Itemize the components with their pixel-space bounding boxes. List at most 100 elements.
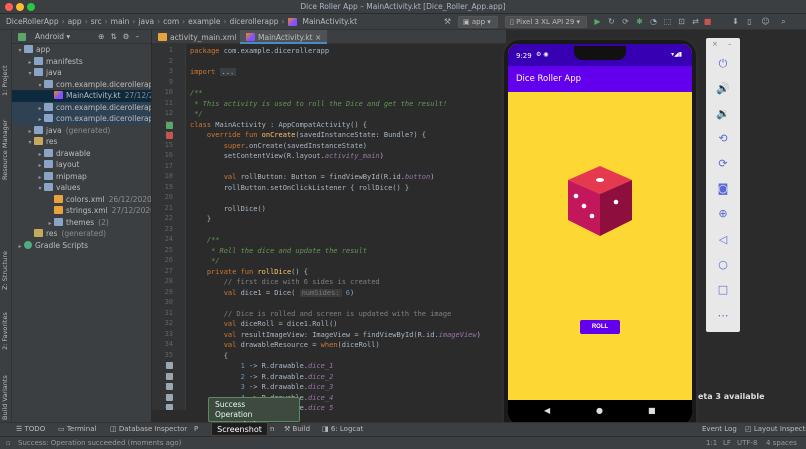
code-line[interactable]: 1 -> R.drawable.dice_1 xyxy=(190,361,334,372)
logcat-tool[interactable]: ◨ 6: Logcat xyxy=(322,425,363,433)
run-icon[interactable]: ▶ xyxy=(592,16,603,27)
tree-item[interactable]: ▾ values xyxy=(12,182,151,194)
breadcrumb-item[interactable]: DiceRollerApp xyxy=(6,17,59,26)
breadcrumb-item[interactable]: MainActivity.kt xyxy=(303,17,358,26)
power-icon[interactable]: ⏻ xyxy=(715,56,731,72)
tree-item[interactable]: ▸ com.example.dicerollerap xyxy=(12,113,151,125)
home-icon[interactable]: ● xyxy=(596,406,603,415)
attach-debugger-icon[interactable]: ⬚ xyxy=(662,16,673,27)
code-line[interactable]: class MainActivity : AppCompatActivity()… xyxy=(190,120,367,131)
code-line[interactable]: override fun onCreate(savedInstanceState… xyxy=(190,130,426,141)
resource-manager-tab[interactable]: Resource Manager xyxy=(1,100,11,180)
tree-item[interactable]: ▸ themes (2) xyxy=(12,217,151,229)
volume-up-icon[interactable]: 🔊 xyxy=(715,81,731,97)
code-line[interactable]: rollButton.setOnClickListener { rollDice… xyxy=(190,183,409,194)
status-message[interactable]: Success: Operation succeeded (moments ag… xyxy=(18,439,181,447)
event-log-tool[interactable]: Event Log xyxy=(702,425,737,433)
roll-button[interactable]: ROLL xyxy=(580,320,620,334)
sdk-manager-icon[interactable]: ⬇ xyxy=(730,16,741,27)
todo-tool[interactable]: ☰ TODO xyxy=(16,425,45,433)
tree-item[interactable]: ▾ com.example.dicerollerap xyxy=(12,79,151,91)
breadcrumb-item[interactable]: java xyxy=(138,17,154,26)
rotate-left-icon[interactable]: ⟲ xyxy=(715,131,731,147)
run-gutter-icon[interactable] xyxy=(166,121,173,129)
code-line[interactable]: val drawableResource = when(diceRoll) xyxy=(190,340,380,351)
database-inspector-tool[interactable]: ◫ Database Inspector xyxy=(110,425,187,433)
image-preview-icon[interactable] xyxy=(166,362,173,369)
structure-tab[interactable]: Z: Structure xyxy=(1,240,11,290)
hammer-icon[interactable]: ⚒ xyxy=(442,16,453,27)
apply-code-icon[interactable]: ⟳ xyxy=(620,16,631,27)
avd-manager-icon[interactable]: ▯ xyxy=(744,16,755,27)
profile-icon[interactable]: ◔ xyxy=(648,16,659,27)
back-nav-icon[interactable]: ◁ xyxy=(715,232,731,248)
tree-item[interactable]: ▸ com.example.dicerollerap xyxy=(12,101,151,113)
code-line[interactable]: val rollButton: Button = findViewById(R.… xyxy=(190,172,435,183)
code-line[interactable]: val resultImageView: ImageView = findVie… xyxy=(190,330,481,341)
account-icon[interactable]: ☺ xyxy=(760,16,771,27)
code-line[interactable]: 2 -> R.drawable.dice_2 xyxy=(190,372,334,383)
image-preview-icon[interactable] xyxy=(166,404,173,410)
tab-activity-main-xml[interactable]: activity_main.xml × xyxy=(152,30,251,44)
code-line[interactable]: // first dice with 6 sides is created xyxy=(190,277,380,288)
breadcrumb-item[interactable]: dicerollerapp xyxy=(229,17,278,26)
code-line[interactable]: val diceRoll = dice1.Roll() xyxy=(190,319,338,330)
apply-changes-icon[interactable]: ↻ xyxy=(606,16,617,27)
breadcrumb-item[interactable]: example xyxy=(188,17,220,26)
target-icon[interactable]: ⊕ xyxy=(98,32,104,41)
zoom-icon[interactable]: ⊕ xyxy=(715,206,731,222)
code-line[interactable]: } xyxy=(190,214,211,225)
override-gutter-icon[interactable] xyxy=(166,132,173,139)
tree-item[interactable]: ▸ java (generated) xyxy=(12,125,151,137)
caret-position[interactable]: 1:1 xyxy=(706,439,717,447)
code-line[interactable]: 3 -> R.drawable.dice_3 xyxy=(190,382,334,393)
code-line[interactable]: */ xyxy=(190,256,219,267)
project-tab[interactable]: 1: Project xyxy=(1,36,11,96)
code-line[interactable]: * This activity is used to roll the Dice… xyxy=(190,99,447,110)
project-view-select[interactable]: Android ▾ xyxy=(35,32,70,41)
search-icon[interactable]: ⌕ xyxy=(778,16,789,27)
build-tool[interactable]: ⚒ Build xyxy=(284,425,310,433)
sync-icon[interactable]: ⇄ xyxy=(690,16,701,27)
indent-setting[interactable]: 4 spaces xyxy=(766,439,797,447)
code-line[interactable]: rollDice() xyxy=(190,204,266,215)
chevron-right-icon[interactable]: ▸ xyxy=(16,241,24,253)
debug-icon[interactable]: ✱ xyxy=(634,16,645,27)
close-emulator-icon[interactable]: × xyxy=(712,40,718,48)
success-balloon[interactable]: Success Operation succeeded xyxy=(208,397,300,429)
tree-item[interactable]: ▸ drawable xyxy=(12,148,151,160)
gear-icon[interactable]: ⚙ xyxy=(123,32,130,41)
breadcrumb-item[interactable]: app xyxy=(68,17,82,26)
tree-item[interactable]: strings.xml 27/12/2020 xyxy=(12,205,151,217)
breadcrumb-item[interactable]: main xyxy=(111,17,130,26)
code-line[interactable]: /** xyxy=(190,235,220,246)
tree-item[interactable]: ▸ manifests xyxy=(12,56,151,68)
build-variants-tab[interactable]: Build Variants xyxy=(1,360,11,420)
device-select[interactable]: ▯ Pixel 3 XL API 29 ▾ xyxy=(505,16,587,28)
breadcrumb-item[interactable]: com xyxy=(163,17,179,26)
code-line[interactable]: private fun rollDice() { xyxy=(190,267,308,278)
code-line[interactable]: package com.example.dicerollerapp xyxy=(190,46,329,57)
run-config-select[interactable]: ▣ app ▾ xyxy=(458,16,498,28)
update-notification[interactable]: eta 3 available xyxy=(698,392,765,401)
tree-item[interactable]: ▸ Gradle Scripts xyxy=(12,240,151,252)
camera-icon[interactable]: ◙ xyxy=(715,181,731,197)
status-toggle-icon[interactable]: ▫ xyxy=(6,439,11,447)
code-line[interactable]: val dice1 = Dice( numSides: 6) xyxy=(190,288,354,299)
code-editor[interactable]: 1239101112131415161718192021222324252627… xyxy=(152,44,506,410)
overview-icon[interactable]: □ xyxy=(715,282,731,298)
code-line[interactable]: setContentView(R.layout.activity_main) xyxy=(190,151,384,162)
tree-item[interactable]: MainActivity.kt 27/12/2 xyxy=(12,90,151,102)
phone-screen[interactable]: 9:29 ⚙ ◉ ▾◢▮ Dice Roller App ROLL ◀ ● ■ xyxy=(508,44,692,424)
code-line[interactable]: * Roll the dice and update the result xyxy=(190,246,367,257)
recents-icon[interactable]: ■ xyxy=(648,406,656,415)
terminal-tool[interactable]: ▭ Terminal xyxy=(58,425,96,433)
code-line[interactable]: // Dice is rolled and screen is updated … xyxy=(190,309,452,320)
profiler-tool[interactable]: P xyxy=(194,425,198,433)
tree-item[interactable]: colors.xml26/12/2020 A xyxy=(12,194,151,206)
file-encoding[interactable]: UTF-8 xyxy=(737,439,757,447)
image-preview-icon[interactable] xyxy=(166,393,173,401)
minimize-emulator-icon[interactable]: – xyxy=(728,40,732,48)
stop-icon[interactable]: ■ xyxy=(702,16,713,27)
favorites-tab[interactable]: 2: Favorites xyxy=(1,300,11,350)
